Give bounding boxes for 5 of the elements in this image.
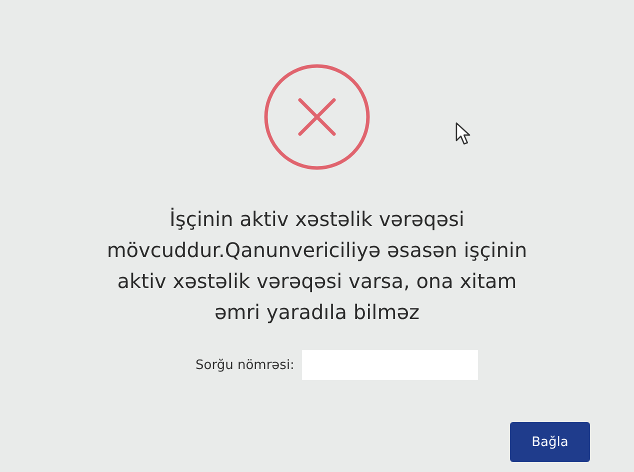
error-message: İşçinin aktiv xəstəlik vərəqəsi mövcuddur.Qanunvericiliyə əsasən işçinin aktiv xəstəlik vərəqəsi varsa, ona xitam əmri yaradıla bilməz [106,206,528,326]
cursor-icon [455,122,471,146]
close-button[interactable]: Bağla [510,422,590,462]
error-icon [262,62,372,172]
request-number-label: Sorğu nömrəsi: [196,358,294,372]
